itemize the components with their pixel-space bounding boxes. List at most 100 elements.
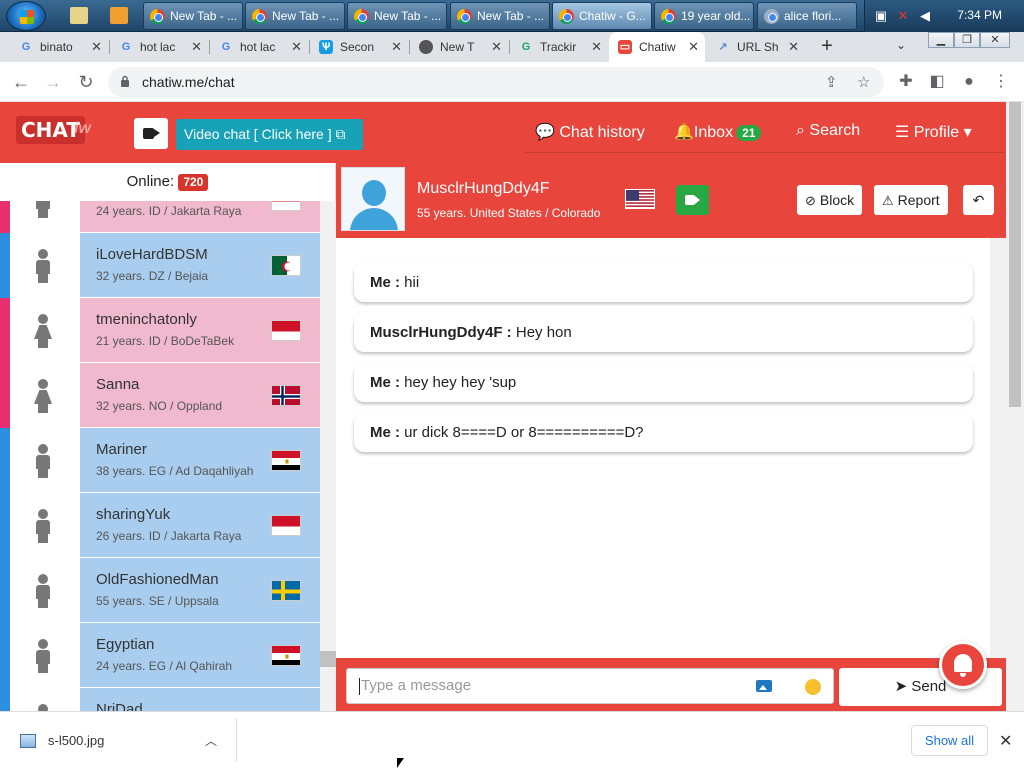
taskbar-task[interactable]: New Tab - ...	[347, 2, 447, 30]
bookmark-star-icon[interactable]: ☆	[857, 73, 870, 91]
clock[interactable]: 7:34 PM	[957, 8, 1002, 22]
close-tab-icon[interactable]: ✕	[591, 32, 602, 62]
user-list-item[interactable]: OldFashionedMan 55 years. SE / Uppsala	[0, 558, 320, 623]
user-card[interactable]: iLoveHardBDSM 32 years. DZ / Bejaia	[80, 233, 320, 298]
browser-tab[interactable]: New T ✕	[410, 32, 508, 62]
user-name: Sanna	[96, 376, 140, 393]
browser-tab[interactable]: Ѱ Secon ✕	[310, 32, 408, 62]
search-link[interactable]: ⌕ Search	[796, 122, 860, 140]
close-tab-icon[interactable]: ✕	[788, 32, 799, 62]
browser-menu-icon[interactable]: ⋮	[991, 72, 1011, 92]
scrollbar-thumb[interactable]	[320, 651, 336, 667]
message-scrollbar[interactable]	[990, 238, 1006, 658]
explorer-icon[interactable]	[70, 7, 88, 24]
close-icon[interactable]: ✕	[999, 731, 1012, 751]
user-info: 26 years. ID / Jakarta Raya	[96, 529, 242, 543]
taskbar-task[interactable]: New Tab - ...	[450, 2, 550, 30]
close-tab-icon[interactable]: ✕	[291, 32, 302, 62]
page-scrollbar[interactable]	[1006, 102, 1024, 711]
taskbar-task[interactable]: 19 year old...	[654, 2, 754, 30]
browser-tab[interactable]: Gbinato ✕	[10, 32, 108, 62]
user-card[interactable]: NriDad	[80, 688, 320, 711]
user-card[interactable]: Mariner 38 years. EG / Ad Daqahliyah	[80, 428, 320, 493]
inbox-link[interactable]: 🔔Inbox 21	[674, 122, 762, 142]
url-text[interactable]: chatiw.me/chat	[142, 74, 235, 90]
browser-tab[interactable]: ↗ URL Sh ✕	[707, 32, 805, 62]
gender-stripe	[0, 201, 10, 233]
user-card[interactable]: sharingYuk 26 years. ID / Jakarta Raya	[80, 493, 320, 558]
volume-icon[interactable]: ◀	[917, 8, 933, 24]
taskbar-task[interactable]: New Tab - ...	[143, 2, 243, 30]
show-all-button[interactable]: Show all	[911, 725, 988, 756]
side-panel-icon[interactable]: ◧	[927, 72, 947, 92]
minimize-button[interactable]: ▁	[928, 32, 954, 48]
user-card[interactable]: Egyptian 24 years. EG / Al Qahirah	[80, 623, 320, 688]
user-avatar	[10, 233, 80, 298]
taskbar-task[interactable]: alice flori...	[757, 2, 857, 30]
gender-stripe	[0, 623, 10, 688]
user-list-item[interactable]: tmeninchatonly 21 years. ID / BoDeTaBek	[0, 298, 320, 363]
peer-avatar[interactable]	[341, 167, 405, 231]
profile-menu[interactable]: ☰ Profile ▾	[895, 122, 972, 142]
taskbar-task-active[interactable]: Chatiw - G...	[552, 2, 652, 30]
user-card[interactable]: OldFashionedMan 55 years. SE / Uppsala	[80, 558, 320, 623]
restore-button[interactable]: ❐	[954, 32, 980, 48]
us-flag-icon	[625, 189, 655, 209]
gender-stripe	[0, 363, 10, 428]
media-player-icon[interactable]	[110, 7, 128, 24]
close-tab-icon[interactable]: ✕	[688, 32, 699, 62]
browser-tab-active[interactable]: ▭ Chatiw ✕	[609, 32, 705, 62]
reload-icon[interactable]: ↻	[75, 71, 97, 93]
user-list-item[interactable]: Mariner 38 years. EG / Ad Daqahliyah	[0, 428, 320, 493]
user-list-item[interactable]: sharingYuk 26 years. ID / Jakarta Raya	[0, 493, 320, 558]
new-tab-button[interactable]: +	[816, 36, 838, 58]
share-icon[interactable]: ⇪	[825, 73, 838, 91]
close-window-button[interactable]: ✕	[980, 32, 1010, 48]
action-center-icon[interactable]: ✕	[895, 8, 911, 24]
close-tab-icon[interactable]: ✕	[91, 32, 102, 62]
omnibox[interactable]: chatiw.me/chat ⇪ ☆	[108, 67, 884, 97]
download-filename[interactable]: s-l500.jpg	[48, 733, 104, 748]
user-list-item[interactable]: NriDad	[0, 688, 320, 711]
scrollbar-thumb[interactable]	[1009, 102, 1021, 407]
user-card[interactable]: tmeninchatonly 21 years. ID / BoDeTaBek	[80, 298, 320, 363]
browser-tab[interactable]: Ghot lac ✕	[210, 32, 308, 62]
forward-arrow-icon[interactable]: →	[42, 71, 64, 93]
profile-avatar-icon[interactable]: ●	[959, 72, 979, 92]
start-video-button[interactable]	[676, 185, 709, 215]
user-card[interactable]: Sanna 32 years. NO / Oppland	[80, 363, 320, 428]
video-chat-button[interactable]: Video chat [ Click here ] ⧉	[176, 119, 363, 150]
user-list-item[interactable]: Sanna 32 years. NO / Oppland	[0, 363, 320, 428]
chatiw-logo[interactable]: CHAT iw	[16, 114, 96, 150]
block-button[interactable]: ⊘ Block	[797, 185, 863, 215]
notification-bell-button[interactable]	[939, 641, 987, 689]
message-bubble: MusclrHungDdy4F : Hey hon	[354, 313, 973, 352]
browser-tab[interactable]: Ghot lac ✕	[110, 32, 208, 62]
close-tab-icon[interactable]: ✕	[391, 32, 402, 62]
user-list-item[interactable]: Egyptian 24 years. EG / Al Qahirah	[0, 623, 320, 688]
close-tab-icon[interactable]: ✕	[191, 32, 202, 62]
user-avatar	[10, 428, 80, 493]
user-list-scrollbar[interactable]	[320, 201, 336, 711]
image-upload-icon[interactable]	[756, 680, 772, 692]
chat-history-link[interactable]: 💬 Chat history	[535, 122, 645, 142]
back-button[interactable]: ↶	[963, 185, 994, 215]
user-card[interactable]: 24 years. ID / Jakarta Raya	[80, 201, 320, 233]
browser-tab[interactable]: G Trackir ✕	[510, 32, 608, 62]
back-arrow-icon[interactable]: ←	[10, 71, 32, 93]
extensions-icon[interactable]: ✚	[896, 72, 916, 92]
user-name: NriDad	[96, 701, 143, 711]
taskbar-task[interactable]: New Tab - ...	[245, 2, 345, 30]
network-icon[interactable]: ▣	[873, 8, 889, 24]
video-camera-button[interactable]	[134, 118, 168, 149]
start-button[interactable]	[6, 1, 46, 31]
report-button[interactable]: ⚠ Report	[874, 185, 948, 215]
chevron-up-icon[interactable]: ︿	[205, 732, 217, 749]
user-info: 55 years. SE / Uppsala	[96, 594, 219, 608]
emoji-icon[interactable]	[805, 679, 821, 695]
user-list-item[interactable]: 24 years. ID / Jakarta Raya	[0, 201, 320, 233]
close-tab-icon[interactable]: ✕	[491, 32, 502, 62]
peer-name[interactable]: MusclrHungDdy4F	[417, 180, 549, 198]
user-list-item[interactable]: iLoveHardBDSM 32 years. DZ / Bejaia	[0, 233, 320, 298]
tab-search-icon[interactable]: ⌄	[896, 38, 906, 52]
